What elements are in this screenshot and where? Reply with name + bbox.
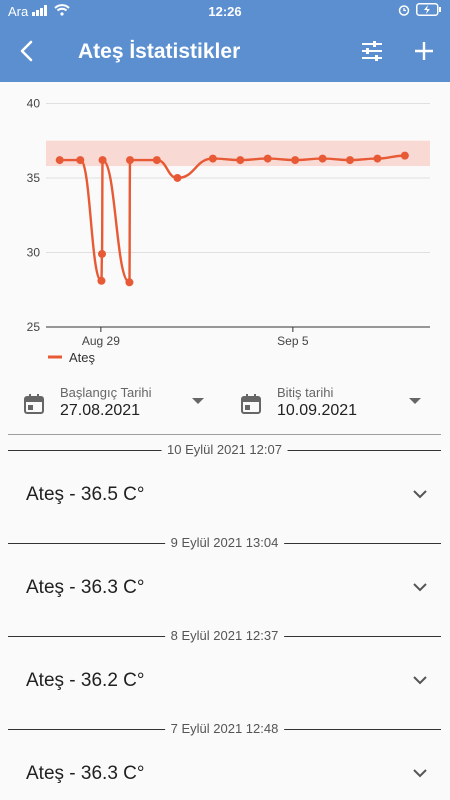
entry-date: 9 Eylül 2021 13:04 [164,536,285,550]
chevron-down-icon[interactable] [410,486,430,502]
data-point [318,154,327,163]
x-tick-label: Aug 29 [82,334,120,348]
calendar-icon [22,392,46,421]
temperature-chart: 25 30 35 40 Aug 29 Sep 5 Ateş [0,82,450,382]
status-bar: Ara 12:26 [0,0,450,24]
dropdown-arrow-icon [409,398,421,404]
end-date-label: Bitiş tarihi [277,385,334,400]
y-tick-label: 35 [27,171,41,185]
plus-icon [414,41,434,66]
add-button[interactable] [406,35,442,71]
list-item[interactable]: Ateş - 36.5 C° [0,472,450,518]
start-date-value: 27.08.2021 [60,402,141,419]
tune-icon [361,40,383,66]
entry-group: 10 Eylül 2021 12:07 Ateş - 36.5 C° [0,438,450,531]
entry-group: 7 Eylül 2021 12:48 Ateş - 36.3 C° [0,717,450,800]
back-arrow-icon [19,40,33,67]
page-title: Ateş İstatistikler [78,40,241,63]
chevron-down-icon[interactable] [410,765,430,781]
list-item[interactable]: Ateş - 36.3 C° [0,751,450,797]
list-item[interactable]: Ateş - 36.3 C° [0,565,450,611]
entry-date: 10 Eylül 2021 12:07 [161,443,288,457]
end-date-field[interactable]: Bitiş tarihi 10.09.2021 [239,382,435,430]
date-separator: 7 Eylül 2021 12:48 [8,722,441,736]
legend-label: Ateş [69,350,96,365]
chevron-down-icon[interactable] [410,672,430,688]
entry-text: Ateş - 36.2 C° [26,670,145,691]
entry-date: 8 Eylül 2021 12:37 [164,629,285,643]
y-tick-label: 40 [27,96,41,110]
date-separator: 9 Eylül 2021 13:04 [8,536,441,550]
entry-date: 7 Eylül 2021 12:48 [164,722,285,736]
divider [8,434,441,435]
y-tick-label: 25 [27,320,41,334]
data-point [125,278,134,287]
data-point [400,151,409,160]
list-item[interactable]: Ateş - 36.2 C° [0,658,450,704]
filter-button[interactable] [354,35,390,71]
data-point [373,154,382,163]
data-point [76,156,85,165]
clock: 12:26 [208,4,242,19]
series-line-ates [59,154,405,284]
data-point [97,276,106,285]
chart-svg: 25 30 35 40 Aug 29 Sep 5 Ateş [27,96,430,365]
app-bar: Ateş İstatistikler [0,24,450,82]
data-point [173,173,182,182]
date-separator: 8 Eylül 2021 12:37 [8,629,441,643]
entry-text: Ateş - 36.3 C° [26,763,145,784]
battery-charging-icon [416,3,442,19]
back-button[interactable] [8,35,44,71]
entry-text: Ateş - 36.3 C° [26,577,145,598]
dropdown-arrow-icon [192,398,204,404]
entry-group: 8 Eylül 2021 12:37 Ateş - 36.2 C° [0,624,450,717]
data-point [291,156,300,165]
status-right [398,3,442,19]
data-point [152,156,161,165]
calendar-icon [239,392,263,421]
y-tick-label: 30 [27,245,41,259]
x-tick-label: Sep 5 [277,334,309,348]
chevron-down-icon[interactable] [410,579,430,595]
data-point [236,156,245,165]
start-date-label: Başlangıç Tarihi [60,385,152,400]
entry-group: 9 Eylül 2021 13:04 Ateş - 36.3 C° [0,531,450,624]
entry-list: 10 Eylül 2021 12:07 Ateş - 36.5 C° 9 Eyl… [0,438,450,800]
data-point [98,156,107,165]
data-point [208,154,217,163]
entry-text: Ateş - 36.5 C° [26,484,145,505]
data-point [346,156,354,165]
data-point [55,156,64,165]
date-range: Başlangıç Tarihi 27.08.2021 Bitiş tarihi… [0,382,450,434]
date-separator: 10 Eylül 2021 12:07 [8,443,441,457]
data-point [126,156,134,165]
alarm-icon [398,4,410,19]
data-point [263,154,272,163]
start-date-field[interactable]: Başlangıç Tarihi 27.08.2021 [22,382,218,430]
end-date-value: 10.09.2021 [277,402,358,419]
data-point [98,249,106,258]
